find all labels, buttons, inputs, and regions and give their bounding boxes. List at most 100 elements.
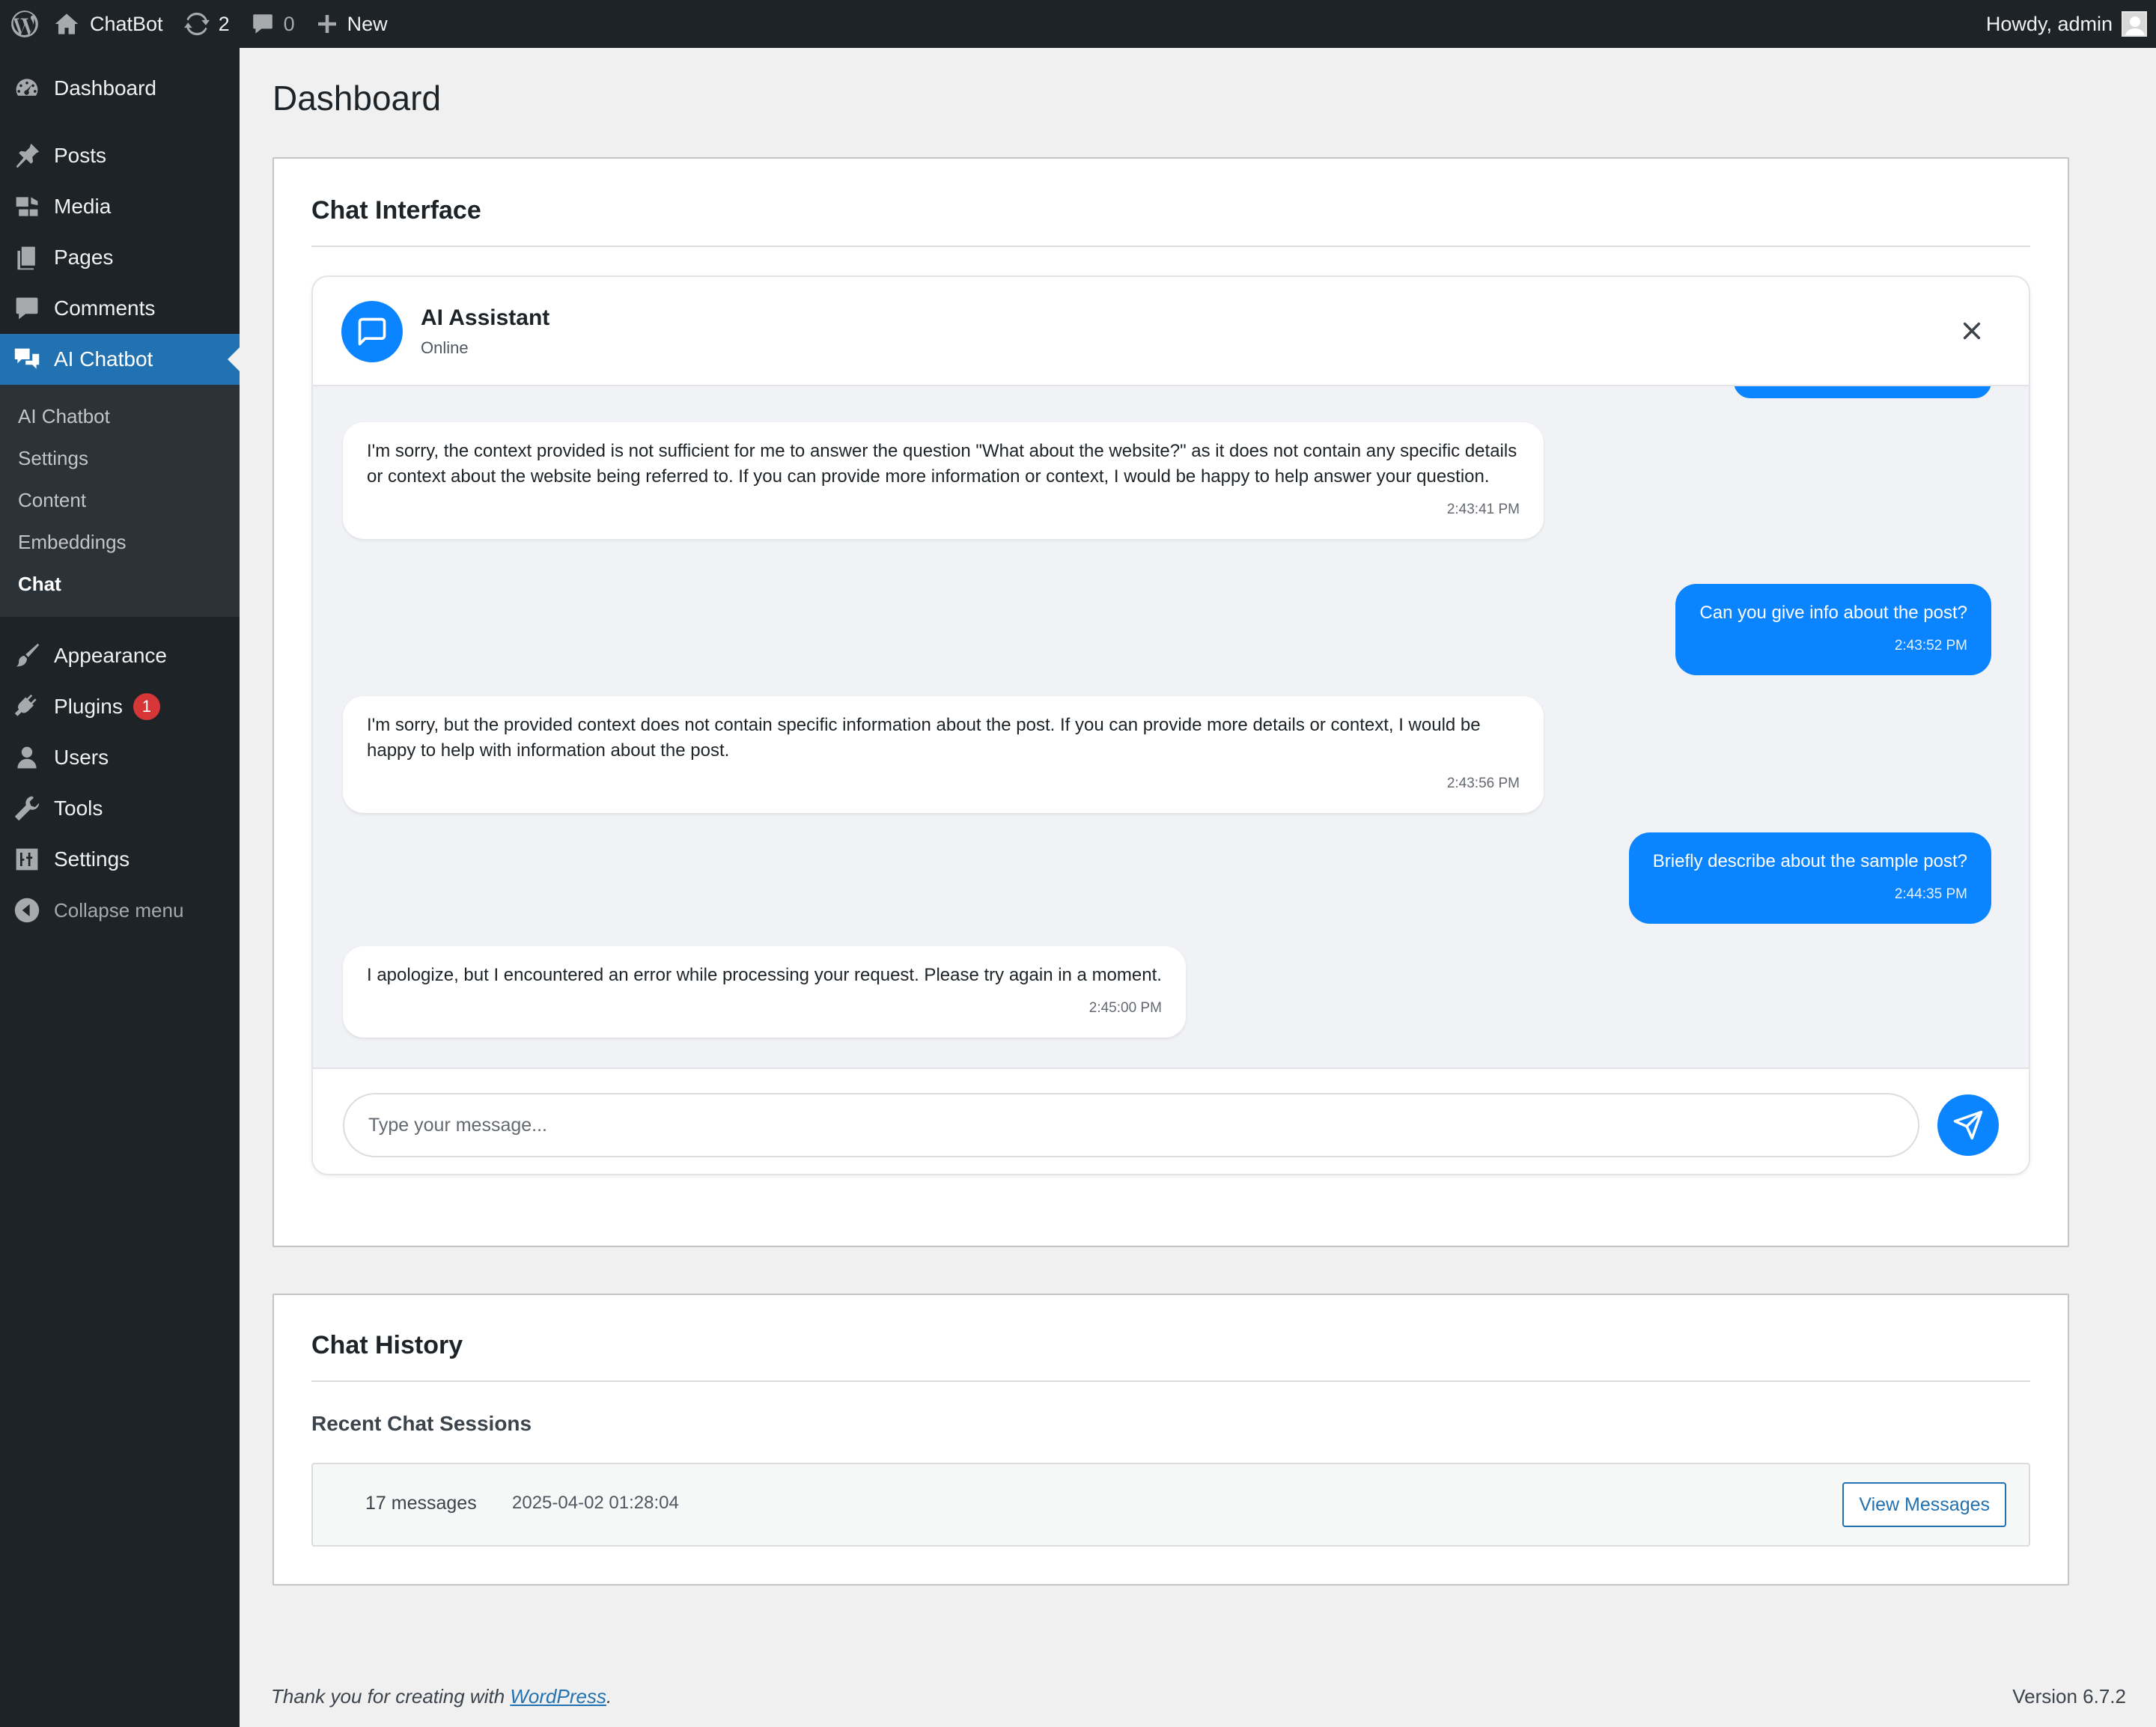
footer-period: . — [606, 1685, 612, 1708]
page-title: Dashboard — [272, 79, 442, 118]
new-label: New — [347, 12, 388, 35]
menu-label: Users — [54, 746, 109, 769]
assistant-status: Online — [421, 338, 469, 357]
comments-count: 0 — [283, 12, 295, 35]
menu-item-pages[interactable]: Pages — [0, 232, 240, 283]
user-message: Briefly describe about the sample post? … — [1628, 832, 1991, 924]
collapse-label: Collapse menu — [54, 898, 184, 922]
menu-item-settings[interactable]: Settings — [0, 834, 240, 885]
session-date: 2025-04-02 01:28:04 — [512, 1493, 679, 1513]
chat-composer — [313, 1067, 2029, 1174]
brush-icon — [16, 643, 40, 667]
user-message: Can you give info about the post? 2:43:5… — [1675, 584, 1991, 675]
menu-label: Settings — [54, 847, 130, 871]
chat-widget: AI Assistant Online I'm sorry, the conte… — [311, 275, 2030, 1175]
close-icon — [1963, 322, 1981, 340]
divider — [311, 1380, 2030, 1382]
menu-label: Tools — [54, 797, 103, 820]
message-input[interactable] — [343, 1093, 1919, 1157]
user-icon — [17, 746, 37, 769]
divider — [311, 246, 2030, 247]
chat-session-row: 17 messages 2025-04-02 01:28:04 View Mes… — [311, 1463, 2030, 1547]
menu-label: Dashboard — [54, 76, 156, 100]
message-square-icon — [358, 317, 386, 346]
bot-message: I apologize, but I encountered an error … — [343, 946, 1186, 1038]
collapse-menu-button[interactable]: Collapse menu — [0, 885, 240, 936]
admin-bar: ChatBot 2 0 New Howdy, admin — [0, 0, 2156, 48]
menu-item-tools[interactable]: Tools — [0, 783, 240, 834]
submenu-item-chat[interactable]: Chat — [0, 563, 240, 605]
dashboard-icon — [16, 79, 38, 96]
menu-label: Plugins — [54, 695, 123, 718]
message-time: 2:45:00 PM — [1088, 1000, 1162, 1016]
view-messages-button[interactable]: View Messages — [1842, 1482, 2006, 1527]
session-message-count: 17 messages — [365, 1493, 477, 1514]
wordpress-logo-icon[interactable] — [0, 0, 54, 48]
wrench-icon — [14, 796, 40, 821]
menu-item-ai-chatbot[interactable]: AI Chatbot — [0, 334, 240, 385]
menu-label: Media — [54, 195, 112, 218]
pages-icon — [17, 246, 35, 270]
footer-thankyou: Thank you for creating with WordPress. — [271, 1685, 612, 1708]
menu-item-users[interactable]: Users — [0, 732, 240, 783]
submenu-item-embeddings[interactable]: Embeddings — [0, 521, 240, 563]
menu-item-posts[interactable]: Posts — [0, 130, 240, 181]
menu-label: AI Chatbot — [54, 347, 153, 371]
site-name: ChatBot — [90, 12, 163, 35]
close-chat-button[interactable] — [1955, 314, 1988, 347]
refresh-icon — [183, 12, 210, 36]
chat-interface-card: Chat Interface AI Assistant Online I'm s… — [272, 157, 2069, 1247]
my-account[interactable]: Howdy, admin — [1986, 11, 2156, 37]
assistant-name: AI Assistant — [421, 305, 550, 330]
footer-thanks-text: Thank you for creating with — [271, 1685, 511, 1708]
plugins-update-badge: 1 — [133, 693, 160, 720]
submenu-item-ai-chatbot[interactable]: AI Chatbot — [0, 395, 240, 437]
message-time: 2:43:41 PM — [1446, 502, 1520, 517]
chat-messages[interactable]: I'm sorry, the context provided is not s… — [313, 386, 2029, 1067]
menu-label: Comments — [54, 296, 156, 320]
site-name-link[interactable]: ChatBot — [54, 0, 174, 48]
howdy-text: Howdy, admin — [1985, 12, 2113, 35]
avatar — [2122, 11, 2147, 37]
send-button[interactable] — [1937, 1094, 1999, 1156]
comment-icon — [252, 14, 272, 34]
comments-link[interactable]: 0 — [240, 0, 305, 48]
menu-item-plugins[interactable]: Plugins 1 — [0, 681, 240, 732]
message-text: I'm sorry, the context provided is not s… — [367, 441, 1517, 487]
message-text: Can you give info about the post? — [1699, 603, 1967, 623]
card-title: Chat History — [311, 1331, 463, 1359]
bot-message: I'm sorry, but the provided context does… — [343, 696, 1544, 813]
comment-icon — [16, 297, 38, 320]
plug-icon — [14, 694, 37, 716]
chat-header: AI Assistant Online — [313, 277, 2029, 386]
footer-version: Version 6.7.2 — [2012, 1685, 2126, 1708]
menu-item-dashboard[interactable]: Dashboard — [0, 63, 240, 114]
message-text: I'm sorry, but the provided context does… — [367, 715, 1481, 761]
menu-item-media[interactable]: Media — [0, 181, 240, 232]
home-icon — [55, 13, 79, 34]
section-subtitle: Recent Chat Sessions — [311, 1412, 532, 1435]
menu-label: Posts — [54, 144, 107, 167]
menu-label: Appearance — [54, 644, 168, 667]
submenu-item-content[interactable]: Content — [0, 479, 240, 521]
media-icon — [16, 197, 38, 216]
assistant-avatar — [341, 301, 403, 362]
previous-user-message-bubble — [1734, 386, 1991, 398]
menu-item-appearance[interactable]: Appearance — [0, 630, 240, 681]
chat-history-card: Chat History Recent Chat Sessions 17 mes… — [272, 1294, 2069, 1586]
wordpress-link[interactable]: WordPress — [510, 1685, 606, 1708]
send-icon — [1953, 1110, 1983, 1140]
message-time: 2:43:56 PM — [1446, 776, 1520, 791]
message-time: 2:44:35 PM — [1894, 886, 1967, 902]
collapse-arrow-icon — [14, 898, 40, 923]
submenu-item-settings[interactable]: Settings — [0, 437, 240, 479]
message-text: I apologize, but I encountered an error … — [367, 965, 1162, 985]
ai-chatbot-submenu: AI Chatbot Settings Content Embeddings C… — [0, 385, 240, 617]
updates-link[interactable]: 2 — [174, 0, 240, 48]
bot-message: I'm sorry, the context provided is not s… — [343, 422, 1544, 539]
message-text: Briefly describe about the sample post? — [1652, 851, 1967, 871]
new-content-link[interactable]: New — [305, 0, 398, 48]
plus-icon — [317, 15, 336, 33]
message-time: 2:43:52 PM — [1894, 638, 1967, 654]
menu-item-comments[interactable]: Comments — [0, 283, 240, 334]
